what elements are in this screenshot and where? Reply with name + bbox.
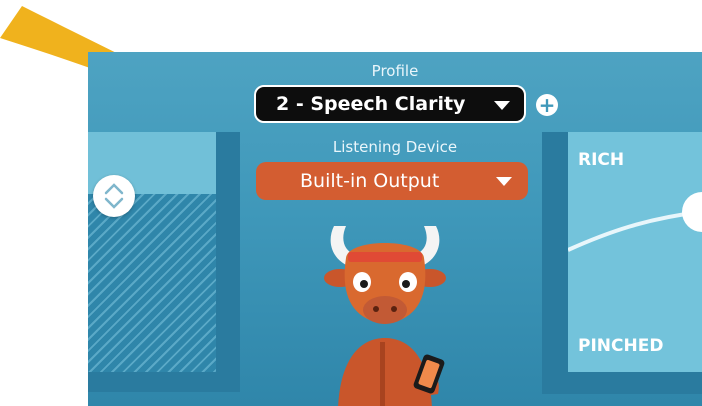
- eq-bottom-label: PINCHED: [578, 336, 664, 356]
- app-window: Profile 2 - Speech Clarity + Listening D…: [88, 52, 702, 406]
- profile-selected-value: 2 - Speech Clarity: [276, 93, 466, 115]
- left-panel: [88, 132, 240, 392]
- eq-panel: RICH PINCHED: [542, 132, 702, 394]
- bull-mascot: [324, 226, 446, 406]
- chevron-updown-icon: [104, 183, 124, 209]
- eq-top-label: RICH: [578, 150, 625, 170]
- add-profile-button[interactable]: +: [536, 94, 558, 116]
- scroll-knob[interactable]: [93, 175, 135, 217]
- device-selected-value: Built-in Output: [300, 170, 440, 192]
- dropdown-caret-icon: [494, 101, 510, 110]
- listening-device-dropdown[interactable]: Built-in Output: [256, 162, 528, 200]
- hatched-area: [88, 194, 216, 372]
- profile-dropdown[interactable]: 2 - Speech Clarity: [254, 85, 526, 123]
- plus-icon: +: [538, 93, 556, 117]
- profile-label: Profile: [371, 62, 419, 80]
- dropdown-caret-icon: [496, 177, 512, 186]
